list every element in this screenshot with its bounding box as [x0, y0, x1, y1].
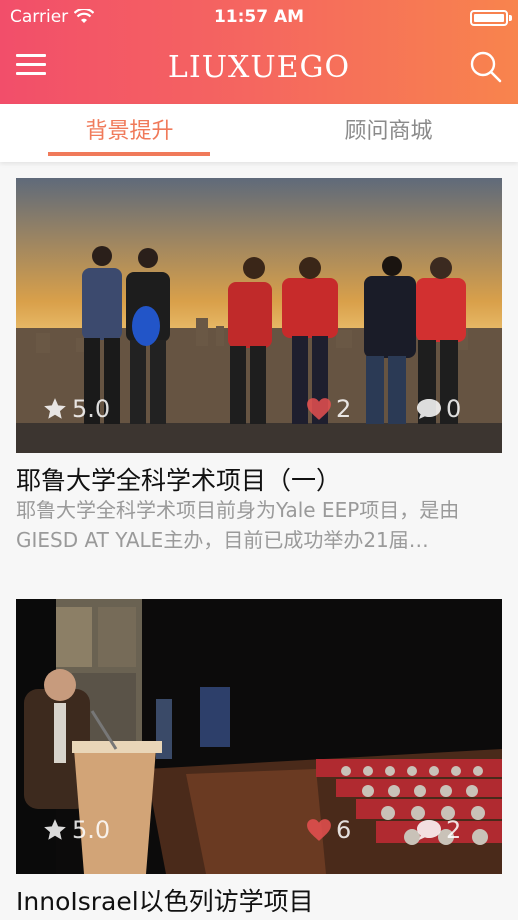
- likes-stat[interactable]: 2: [306, 395, 351, 423]
- rating-value: 5.0: [72, 395, 111, 423]
- comments-count: 0: [446, 395, 462, 423]
- comment-icon: [417, 399, 441, 419]
- star-icon: [44, 819, 66, 840]
- status-bar: Carrier 11:57 AM: [0, 0, 518, 34]
- star-icon: [44, 398, 66, 419]
- likes-count: 2: [336, 395, 352, 423]
- heart-icon: [307, 819, 331, 841]
- rating-stat: 5.0: [42, 395, 110, 423]
- battery-icon: [470, 10, 512, 26]
- comments-stat[interactable]: 0: [416, 395, 461, 423]
- brand-logo: LIUXUEGO: [167, 50, 351, 85]
- active-tab-indicator: [48, 152, 210, 156]
- heart-icon: [307, 398, 331, 420]
- program-description: 耶鲁大学全科学术项目前身为Yale EEP项目，是由GIESD AT YALE主…: [16, 498, 460, 552]
- comments-stat[interactable]: 2: [416, 816, 461, 844]
- likes-stat[interactable]: 6: [306, 816, 351, 844]
- tab-advisor-mall[interactable]: 顾问商城: [259, 104, 518, 162]
- likes-count: 6: [336, 816, 352, 844]
- status-time: 11:57 AM: [213, 7, 305, 27]
- program-title[interactable]: 耶鲁大学全科学术项目（一）: [16, 461, 341, 497]
- comment-icon: [417, 820, 441, 840]
- rating-stat: 5.0: [42, 816, 110, 844]
- program-photo[interactable]: 5.0 6 2: [16, 599, 502, 874]
- program-photo[interactable]: 5.0 2 0: [16, 178, 502, 453]
- program-title[interactable]: InnoIsrael以色列访学项目: [16, 882, 314, 918]
- navbar: LIUXUEGO: [0, 40, 518, 96]
- comments-count: 2: [446, 816, 462, 844]
- rating-value: 5.0: [72, 816, 111, 844]
- search-icon[interactable]: [468, 50, 502, 84]
- app-header: Carrier 11:57 AM LIUXUEGO: [0, 0, 518, 104]
